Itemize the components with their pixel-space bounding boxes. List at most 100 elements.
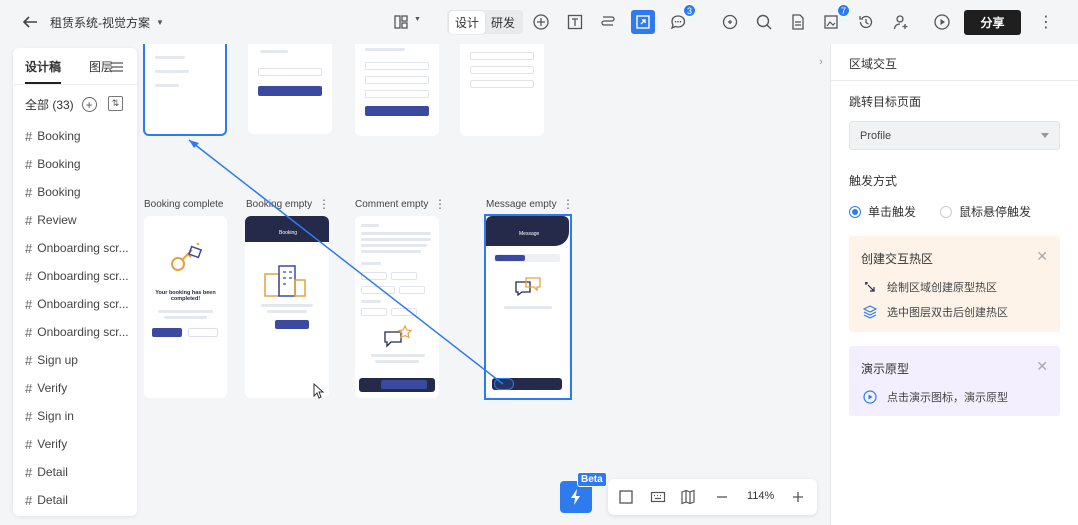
frame-hash-icon: # (25, 352, 33, 368)
page-list-item-label: Verify (37, 437, 68, 451)
text-tool-icon[interactable] (564, 11, 586, 33)
prototype-link-arrow (188, 139, 504, 385)
zoom-level[interactable]: 114% (747, 490, 774, 502)
page-list-item[interactable]: # Sign up (25, 346, 135, 374)
panel-title: 区域交互 (849, 57, 898, 71)
lightning-icon (571, 489, 580, 505)
document-icon[interactable] (787, 11, 809, 33)
frame-hash-icon: # (25, 464, 33, 480)
mode-dev-tab[interactable]: 研发 (485, 11, 521, 34)
create-hotspot-card: 创建交互热区 ✕ 绘制区域创建原型热区 选中图层双击后创建热区 (849, 236, 1060, 332)
divider (13, 84, 137, 85)
demo-prototype-card: 演示原型 ✕ 点击演示图标，演示原型 (849, 346, 1060, 416)
page-list-item-label: Onboarding scr... (37, 297, 129, 311)
map-icon[interactable] (680, 489, 696, 505)
frame-hash-icon: # (25, 408, 33, 424)
inspect-icon[interactable] (719, 11, 741, 33)
close-icon[interactable]: ✕ (1036, 358, 1048, 375)
dropdown-caret-icon (1041, 133, 1049, 138)
sort-icon[interactable]: ⇅ (108, 96, 123, 111)
radio-click-label[interactable]: 单击触发 (868, 203, 916, 220)
play-circle-icon (863, 390, 877, 404)
connector-icon[interactable] (597, 11, 619, 33)
hotspot-card-title: 创建交互热区 (861, 252, 934, 266)
page-list-item[interactable]: # Review (25, 206, 135, 234)
page-count-row: 全部 (33) + (25, 96, 97, 113)
play-prototype-icon[interactable] (931, 11, 953, 33)
frame-hash-icon: # (25, 380, 33, 396)
design-canvas[interactable]: Booking complete Booking empty ⋮ Comment… (137, 44, 830, 525)
page-list-item[interactable]: # Onboarding scr... (25, 262, 135, 290)
add-circle-icon[interactable] (530, 11, 552, 33)
page-list-item[interactable]: # Sign in (25, 402, 135, 430)
version-count-badge: 7 (837, 4, 850, 17)
layout-grid-icon[interactable] (390, 11, 412, 33)
mode-design-tab[interactable]: 设计 (449, 10, 486, 34)
page-list-item-label: Onboarding scr... (37, 269, 129, 283)
beta-badge: Beta (577, 472, 607, 487)
project-title-text: 租赁系统-视觉方案 (50, 16, 150, 30)
demo-card-title: 演示原型 (861, 362, 910, 376)
page-list-item-label: Onboarding scr... (37, 241, 129, 255)
tab-design-drafts[interactable]: 设计稿 (25, 58, 62, 84)
page-list-item-label: Sign in (37, 409, 74, 423)
page-list-item-label: Booking (37, 129, 81, 143)
caret-down-icon: ▼ (156, 18, 164, 27)
pages-panel: 设计稿 图层 全部 (33) + ⇅ # Booking # Booking # Book… (13, 48, 137, 516)
demo-row-text: 点击演示图标，演示原型 (887, 392, 1008, 404)
prototype-link-icon[interactable] (631, 10, 655, 34)
zoom-out-icon[interactable] (714, 489, 730, 505)
trigger-options: 单击触发 鼠标悬停触发 (849, 203, 1031, 220)
page-list-item[interactable]: # Booking (25, 178, 135, 206)
frame-hash-icon: # (25, 128, 33, 144)
page-list-item[interactable]: # Detail (25, 486, 135, 514)
page-list-item[interactable]: # Verify (25, 430, 135, 458)
radio-hover-label[interactable]: 鼠标悬停触发 (959, 203, 1031, 220)
page-list-item-label: Review (37, 213, 77, 227)
target-page-value: Profile (860, 130, 892, 142)
mouse-cursor-icon (313, 383, 325, 399)
history-icon[interactable] (855, 11, 877, 33)
frame-hash-icon: # (25, 184, 33, 200)
frame-hash-icon: # (25, 212, 33, 228)
radio-hover[interactable] (940, 205, 953, 218)
search-icon[interactable] (753, 11, 775, 33)
share-button[interactable]: 分享 (964, 10, 1021, 35)
frame-hash-icon: # (25, 240, 33, 256)
page-list-item[interactable]: # Onboarding scr... (25, 290, 135, 318)
page-list-item[interactable]: # Booking (25, 122, 135, 150)
page-list-item[interactable]: # Onboarding scr... (25, 234, 135, 262)
mode-switch: 设计 研发 (447, 10, 524, 34)
page-list-item[interactable]: # Onboarding scr... (25, 318, 135, 346)
close-icon[interactable]: ✕ (1036, 248, 1048, 265)
target-page-label: 跳转目标页面 (849, 95, 922, 109)
layers-icon (863, 305, 877, 319)
target-page-select[interactable]: Profile (849, 121, 1060, 150)
page-list-item[interactable]: # Detail (25, 458, 135, 486)
page-list-item-label: Onboarding scr... (37, 325, 129, 339)
caret-down-icon[interactable]: ▼ (414, 16, 421, 23)
page-list-item-label: Detail (37, 465, 68, 479)
page-list-item-label: Verify (37, 381, 68, 395)
frame-hash-icon: # (25, 436, 33, 452)
frame-hash-icon: # (25, 492, 33, 508)
back-arrow-icon[interactable] (20, 12, 40, 32)
page-list-item[interactable]: # Booking (25, 150, 135, 178)
more-options-icon[interactable]: ⋮ (1038, 12, 1054, 32)
collapse-panel-icon[interactable]: › (813, 52, 829, 72)
page-list-item[interactable]: # Verify (25, 374, 135, 402)
panel-tabs: 设计稿 图层 (25, 58, 113, 84)
page-list-item-label: Booking (37, 157, 81, 171)
radio-click[interactable] (849, 205, 861, 218)
zoom-toolbar: 114% (608, 479, 817, 515)
zoom-in-icon[interactable] (790, 489, 806, 505)
add-user-icon[interactable] (890, 11, 912, 33)
frame-hash-icon: # (25, 156, 33, 172)
menu-icon[interactable] (110, 60, 124, 74)
keyboard-icon[interactable] (650, 489, 666, 505)
hotspot-row-layer: 选中图层双击后创建热区 (863, 304, 1008, 320)
project-title[interactable]: 租赁系统-视觉方案 ▼ (50, 14, 164, 31)
add-page-icon[interactable]: + (81, 97, 97, 112)
frame-view-icon[interactable] (618, 489, 634, 505)
top-toolbar: 租赁系统-视觉方案 ▼ ▼ 设计 研发 3 7 分享 ⋮ (0, 0, 1078, 44)
